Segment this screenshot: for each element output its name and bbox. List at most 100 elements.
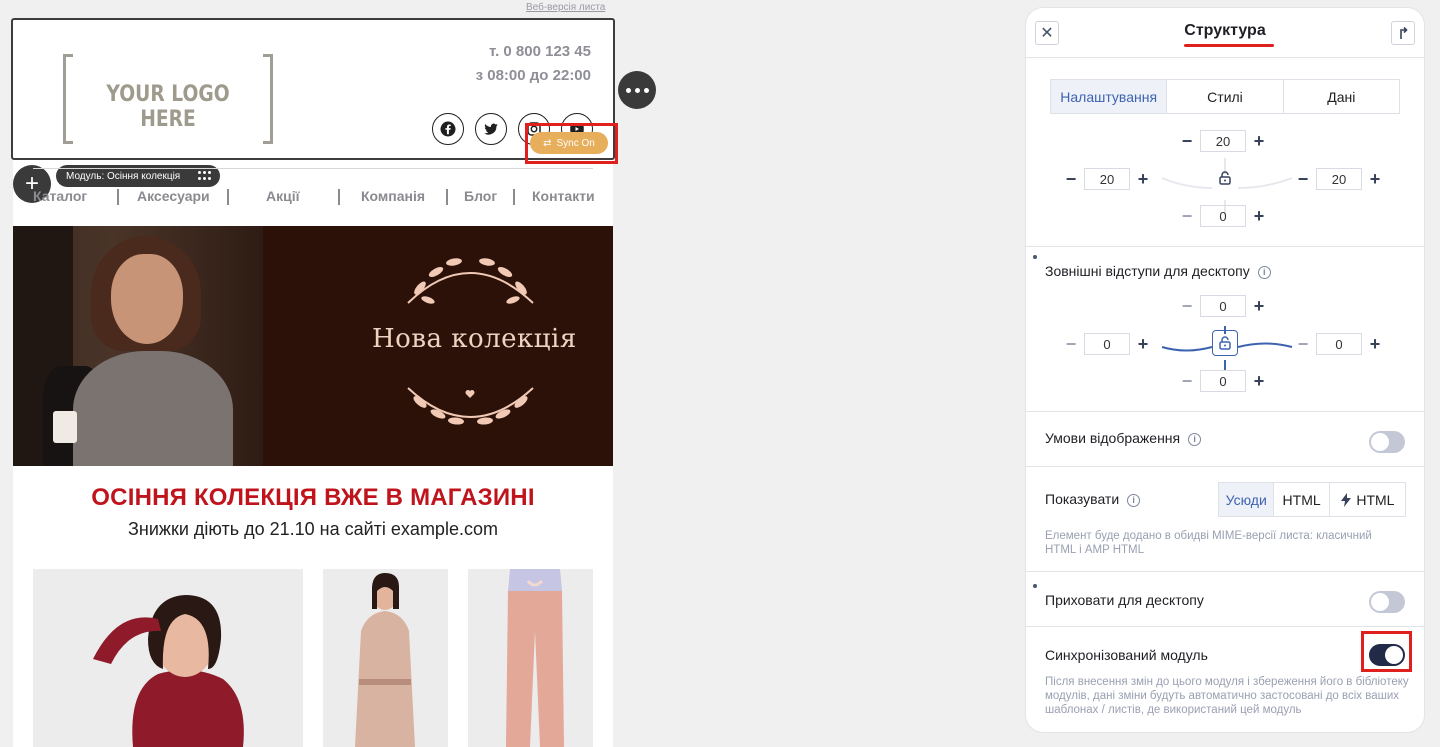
show-options: Усюди HTML HTML	[1218, 482, 1406, 517]
tab-data[interactable]: Дані	[1284, 80, 1399, 113]
margin-right-value[interactable]: 0	[1316, 333, 1362, 355]
padding-left-value[interactable]: 20	[1084, 168, 1130, 190]
padding-bottom-stepper[interactable]: − 0 +	[1176, 205, 1270, 227]
nav-separator	[227, 189, 229, 205]
display-conditions-section: Умови відображення i	[1026, 411, 1424, 466]
hide-desktop-label: Приховати для десктопу	[1045, 592, 1204, 608]
promo-headline: ОСІННЯ КОЛЕКЦІЯ ВЖЕ В МАГАЗИНІ	[91, 484, 535, 511]
sync-badge-highlight	[525, 123, 618, 164]
structure-panel: ✕ Структура Налаштування Стилі Дані − 20…	[1025, 7, 1425, 733]
nav-separator	[446, 189, 448, 205]
show-hint: Елемент буде додано в обидві MIME-версії…	[1045, 530, 1372, 556]
margin-top-value[interactable]: 0	[1200, 295, 1246, 317]
plus-icon[interactable]: +	[1364, 168, 1386, 190]
minus-icon[interactable]: −	[1060, 333, 1082, 355]
padding-right-stepper[interactable]: − 20 +	[1292, 168, 1386, 190]
plus-icon[interactable]: +	[1132, 168, 1154, 190]
margin-lock-icon[interactable]	[1212, 330, 1238, 356]
info-icon[interactable]: i	[1188, 433, 1202, 446]
nav-item-accessories[interactable]: Аксесуари	[137, 188, 210, 204]
product-image-dress[interactable]	[33, 569, 303, 747]
minus-icon[interactable]: −	[1176, 130, 1198, 152]
show-label: Показувати i	[1045, 491, 1141, 507]
nav-separator	[513, 189, 515, 205]
display-conditions-toggle[interactable]	[1369, 431, 1405, 453]
tab-settings[interactable]: Налаштування	[1051, 80, 1168, 113]
hero-banner[interactable]: Нова колекція	[13, 226, 613, 466]
margin-left-stepper[interactable]: − 0 +	[1060, 333, 1154, 355]
minus-icon[interactable]: −	[1176, 205, 1198, 227]
padding-left-stepper[interactable]: − 20 +	[1060, 168, 1154, 190]
logo-text: YOUR LOGO HERE	[106, 82, 230, 132]
padding-right-value[interactable]: 20	[1316, 168, 1362, 190]
email-nav: Каталог Аксесуари Акції Компанія Блог Ко…	[13, 188, 613, 208]
nav-divider	[33, 168, 593, 169]
padding-bottom-value[interactable]: 0	[1200, 205, 1246, 227]
nav-item-catalog[interactable]: Каталог	[33, 188, 87, 204]
hero-photo	[13, 226, 263, 466]
info-icon[interactable]: i	[1127, 494, 1141, 507]
panel-tabs: Налаштування Стилі Дані	[1050, 79, 1400, 114]
contact-info: т. 0 800 123 45 з 08:00 до 22:00	[476, 40, 591, 88]
minus-icon[interactable]: −	[1060, 168, 1082, 190]
minus-icon[interactable]: −	[1176, 370, 1198, 392]
pin-icon[interactable]	[1391, 21, 1415, 45]
hide-desktop-toggle[interactable]	[1369, 591, 1405, 613]
nav-item-blog[interactable]: Блог	[464, 188, 497, 204]
panel-title: Структура	[1184, 22, 1266, 39]
plus-icon[interactable]: +	[1132, 333, 1154, 355]
plus-icon[interactable]: +	[1248, 295, 1270, 317]
margin-label: Зовнішні відступи для десктопу i	[1045, 263, 1271, 279]
twitter-icon[interactable]	[475, 113, 507, 145]
synced-module-label: Синхронізований модуль	[1045, 647, 1208, 663]
wreath-top-icon	[407, 258, 534, 304]
plus-icon[interactable]: +	[1248, 205, 1270, 227]
margin-right-stepper[interactable]: − 0 +	[1292, 333, 1386, 355]
panel-header: ✕ Структура	[1026, 8, 1424, 58]
minus-icon[interactable]: −	[1292, 168, 1314, 190]
nav-item-company[interactable]: Компанія	[361, 188, 425, 204]
amp-lightning-icon	[1341, 492, 1352, 507]
padding-top-value[interactable]: 20	[1200, 130, 1246, 152]
padding-top-stepper[interactable]: − 20 +	[1176, 130, 1270, 152]
changed-indicator	[1033, 584, 1037, 588]
banner-title: Нова колекція	[372, 324, 577, 354]
panel-title-underline	[1184, 44, 1274, 47]
margin-bottom-value[interactable]: 0	[1200, 370, 1246, 392]
plus-icon[interactable]: +	[1364, 333, 1386, 355]
plus-icon[interactable]: +	[1248, 370, 1270, 392]
web-version-link[interactable]: Веб-версія листа	[526, 2, 605, 13]
info-icon[interactable]: i	[1257, 266, 1271, 279]
changed-indicator	[1033, 255, 1037, 259]
product-image-coat[interactable]	[323, 569, 448, 747]
wreath-bottom-icon	[407, 387, 534, 425]
module-label-text: Модуль: Осіння колекція	[66, 170, 181, 182]
minus-icon[interactable]: −	[1292, 333, 1314, 355]
synced-toggle-highlight	[1361, 631, 1412, 672]
show-option-everywhere[interactable]: Усюди	[1219, 483, 1275, 516]
hide-desktop-section: Приховати для десктопу	[1026, 571, 1424, 626]
hours-text: з 08:00 до 22:00	[475, 67, 591, 84]
promo-subheadline: Знижки діють до 21.10 на сайті example.c…	[128, 519, 498, 539]
drag-handle-icon[interactable]	[198, 171, 212, 181]
logo-placeholder: YOUR LOGO HERE	[63, 54, 273, 144]
facebook-icon[interactable]	[432, 113, 464, 145]
product-image-trousers[interactable]	[468, 569, 593, 747]
synced-module-hint: Після внесення змін до цього модуля і зб…	[1045, 676, 1409, 716]
margin-bottom-stepper[interactable]: − 0 +	[1176, 370, 1270, 392]
show-option-html[interactable]: HTML	[1274, 483, 1330, 516]
display-conditions-label: Умови відображення i	[1045, 430, 1202, 446]
show-option-amp-html[interactable]: HTML	[1330, 483, 1405, 516]
margin-left-value[interactable]: 0	[1084, 333, 1130, 355]
tab-styles[interactable]: Стилі	[1167, 80, 1284, 113]
nav-separator	[117, 189, 119, 205]
margin-top-stepper[interactable]: − 0 +	[1176, 295, 1270, 317]
module-more-button[interactable]	[618, 71, 656, 109]
phone-text: т. 0 800 123 45	[489, 43, 591, 60]
minus-icon[interactable]: −	[1176, 295, 1198, 317]
padding-lock-icon[interactable]	[1212, 165, 1238, 191]
nav-item-contacts[interactable]: Контакти	[532, 188, 595, 204]
nav-item-sales[interactable]: Акції	[266, 188, 300, 204]
plus-icon[interactable]: +	[1248, 130, 1270, 152]
nav-separator	[338, 189, 340, 205]
